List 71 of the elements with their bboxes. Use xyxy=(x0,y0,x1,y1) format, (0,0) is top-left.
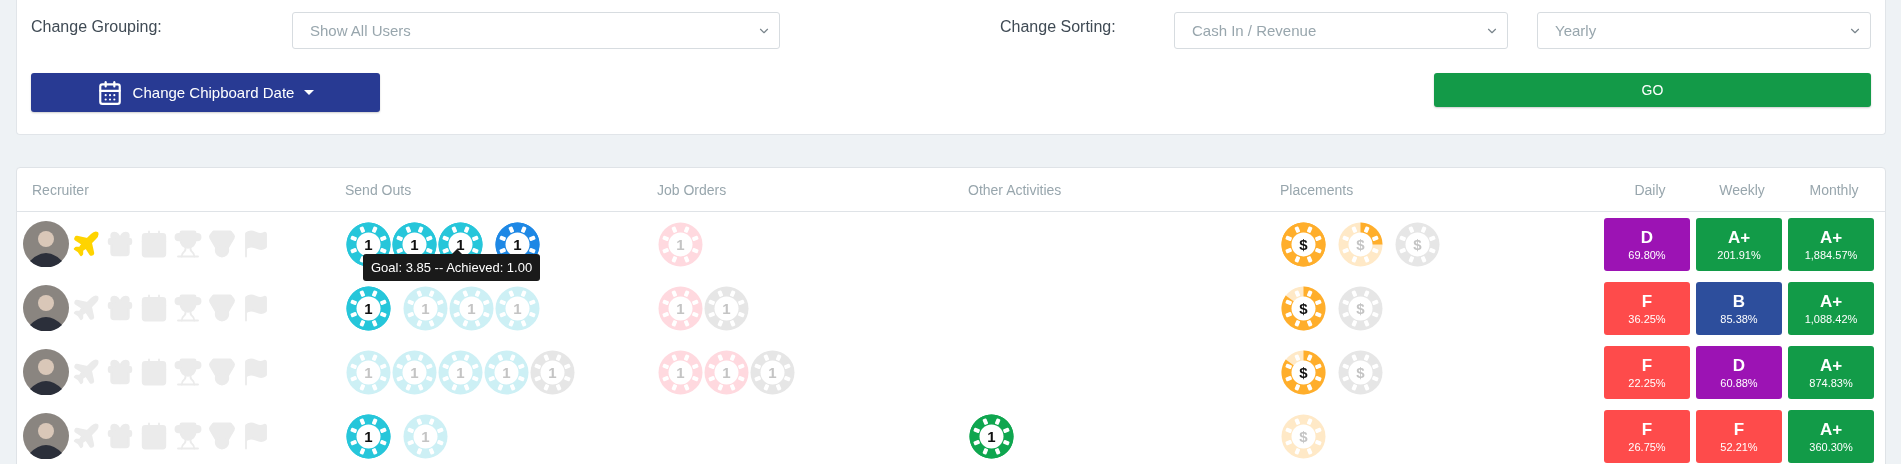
avatar xyxy=(23,349,69,395)
grade-percent: 69.80% xyxy=(1628,248,1666,261)
grade-letter: A+ xyxy=(1727,227,1751,248)
caret-icon xyxy=(304,90,315,95)
calendar-icon xyxy=(96,79,123,106)
grade-letter: A+ xyxy=(1819,419,1843,440)
poker-chip: 1 xyxy=(969,413,1014,459)
column-header: Other Activities xyxy=(968,181,1062,198)
grade-percent: 52.21% xyxy=(1720,440,1758,453)
avatar xyxy=(23,285,69,331)
column-header: Recruiter xyxy=(32,181,89,198)
change-date-button[interactable]: Change Chipboard Date xyxy=(31,73,380,112)
grade-letter: F xyxy=(1641,355,1653,376)
poker-chip: 1 xyxy=(750,349,795,395)
poker-chip: 1 xyxy=(530,349,575,395)
grade-letter: A+ xyxy=(1819,291,1843,312)
sorting-select[interactable]: Cash In / Revenue xyxy=(1174,12,1508,49)
grade-percent: 60.88% xyxy=(1720,376,1758,389)
poker-chip: 1 xyxy=(403,413,448,459)
go-button[interactable]: GO xyxy=(1434,73,1871,107)
grade-letter: A+ xyxy=(1819,227,1843,248)
grade-percent: 1,088.42% xyxy=(1804,312,1858,325)
grade-percent: 26.75% xyxy=(1628,440,1666,453)
poker-chip: 1 xyxy=(704,285,749,331)
grade-letter: F xyxy=(1733,419,1745,440)
poker-chip: $ xyxy=(1395,221,1440,267)
poker-chip: 1 xyxy=(449,285,494,331)
grade-percent: 360.30% xyxy=(1809,440,1853,453)
grouping-label: Change Grouping: xyxy=(31,17,163,36)
poker-chip: $ xyxy=(1338,221,1383,267)
grade-letter: B xyxy=(1732,291,1746,312)
grade-percent: 85.38% xyxy=(1720,312,1758,325)
poker-chip: 1 xyxy=(346,413,391,459)
column-header: Job Orders xyxy=(657,181,727,198)
grade-percent: 1,884.57% xyxy=(1804,248,1858,261)
grade-percent: 874.83% xyxy=(1809,376,1853,389)
column-header: Send Outs xyxy=(345,181,412,198)
poker-chip: $ xyxy=(1281,413,1326,459)
poker-chip: 1 xyxy=(403,285,448,331)
column-header: Placements xyxy=(1280,181,1354,198)
grade-letter: F xyxy=(1641,291,1653,312)
grouping-select[interactable]: Show All Users xyxy=(292,12,780,49)
poker-chip: 1 xyxy=(392,349,437,395)
poker-chip: 1 xyxy=(346,349,391,395)
poker-chip: 1 xyxy=(495,285,540,331)
poker-chip: 1 xyxy=(658,221,703,267)
avatar xyxy=(23,413,69,459)
poker-chip: $ xyxy=(1338,285,1383,331)
grade-letter: D xyxy=(1640,227,1654,248)
sorting-label: Change Sorting: xyxy=(1000,17,1117,36)
grade-percent: 201.91% xyxy=(1717,248,1761,261)
poker-chip: 1 xyxy=(704,349,749,395)
period-select[interactable]: Yearly xyxy=(1537,12,1871,49)
grade-percent: 22.25% xyxy=(1628,376,1666,389)
grade-letter: A+ xyxy=(1819,355,1843,376)
poker-chip: 1 xyxy=(346,285,391,331)
poker-chip: $ xyxy=(1281,285,1326,331)
grade-percent: 36.25% xyxy=(1628,312,1666,325)
poker-chip: $ xyxy=(1281,349,1326,395)
grade-letter: D xyxy=(1732,355,1746,376)
poker-chip: $ xyxy=(1338,349,1383,395)
column-header: Daily xyxy=(1634,181,1666,198)
grade-letter: F xyxy=(1641,419,1653,440)
poker-chip: $ xyxy=(1281,221,1326,267)
column-header: Monthly xyxy=(1809,181,1859,198)
poker-chip: 1 xyxy=(658,349,703,395)
poker-chip: 1 xyxy=(484,349,529,395)
column-header: Weekly xyxy=(1719,181,1765,198)
poker-chip: 1 xyxy=(438,349,483,395)
avatar xyxy=(23,221,69,267)
poker-chip: 1 xyxy=(658,285,703,331)
